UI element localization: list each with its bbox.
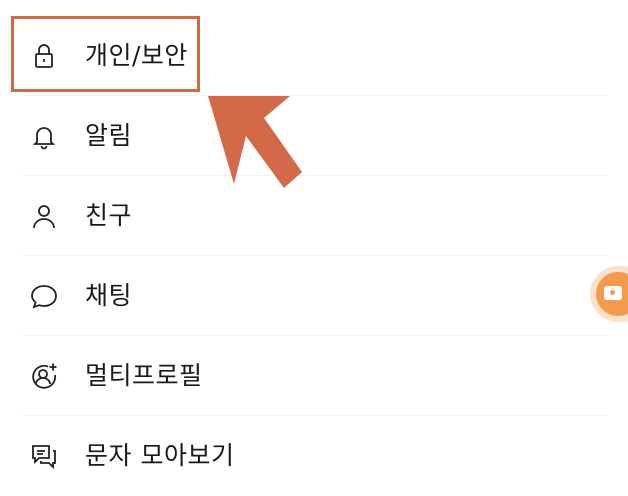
menu-item-label: 멀티프로필 xyxy=(85,361,203,390)
lock-icon xyxy=(30,42,58,70)
menu-item-messages[interactable]: 문자 모아보기 xyxy=(22,416,608,496)
pointer-arrow-icon xyxy=(206,96,306,192)
person-icon xyxy=(30,202,58,230)
menu-item-privacy-security[interactable]: 개인/보안 xyxy=(22,16,608,96)
wallet-dot xyxy=(610,290,615,295)
menu-item-friends[interactable]: 친구 xyxy=(22,176,608,256)
multi-profile-icon xyxy=(30,362,58,390)
menu-item-label: 채팅 xyxy=(85,281,133,310)
menu-item-notifications[interactable]: 알림 xyxy=(22,96,608,176)
bell-icon xyxy=(30,122,58,150)
menu-item-label: 알림 xyxy=(85,121,133,150)
settings-menu: 개인/보안 알림 친구 채팅 멀티프로필 문자 모아보기 xyxy=(0,0,628,486)
menu-item-label: 개인/보안 xyxy=(85,41,188,70)
menu-item-multi-profile[interactable]: 멀티프로필 xyxy=(22,336,608,416)
chat-bubble-icon xyxy=(30,282,58,310)
messages-icon xyxy=(30,442,58,470)
menu-item-chat[interactable]: 채팅 xyxy=(22,256,608,336)
menu-item-label: 친구 xyxy=(85,201,133,230)
menu-item-label: 문자 모아보기 xyxy=(85,441,235,470)
